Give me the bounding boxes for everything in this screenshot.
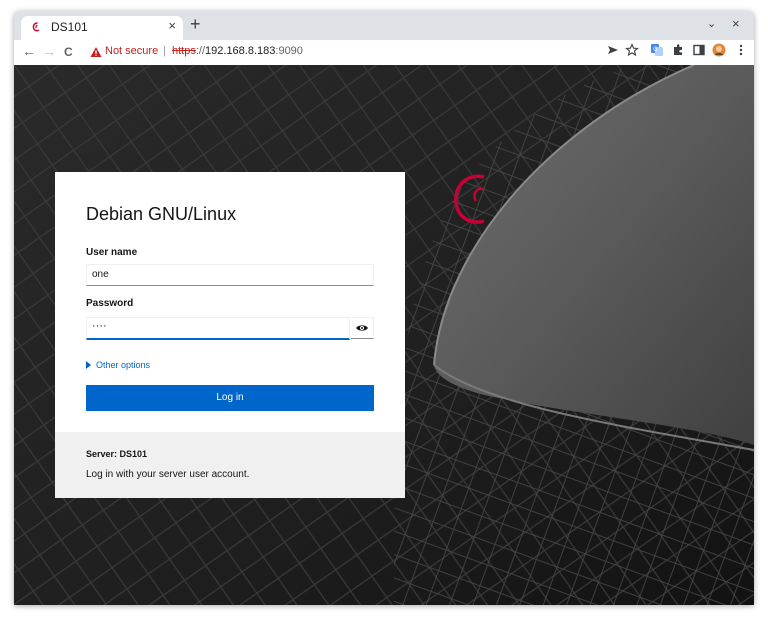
login-button[interactable]: Log in (86, 385, 374, 411)
password-input[interactable]: ···· (86, 317, 350, 340)
side-panel-icon[interactable] (692, 43, 706, 57)
extensions-puzzle-icon[interactable] (671, 43, 685, 57)
tab-search-icon[interactable]: ⌄ (707, 17, 716, 30)
password-value: ···· (92, 320, 107, 332)
address-bar[interactable]: Not secure | https://192.168.8.183:9090 (88, 41, 608, 63)
browser-window: DS101 × + ⌄ × ← → C Not secure | https:/… (14, 11, 754, 605)
tab-title: DS101 (51, 20, 88, 34)
username-input[interactable]: one (86, 264, 374, 286)
menu-kebab-icon[interactable] (734, 43, 748, 57)
eye-icon (356, 325, 368, 331)
new-tab-button[interactable]: + (190, 14, 201, 35)
window-close-icon[interactable]: × (732, 16, 740, 31)
forward-button[interactable]: → (42, 43, 56, 59)
url-scheme: https (172, 45, 196, 57)
send-icon[interactable] (606, 43, 620, 57)
url-scheme-separator: :// (195, 45, 206, 57)
login-card: Debian GNU/Linux User name one Password … (55, 172, 405, 498)
username-value: one (92, 269, 109, 280)
toolbar: ← → C Not secure | https://192.168.8.183… (14, 40, 754, 66)
page-title: Debian GNU/Linux (86, 204, 237, 224)
show-password-button[interactable] (351, 317, 374, 339)
tab-close-icon[interactable]: × (168, 18, 176, 33)
profile-avatar-icon[interactable] (712, 43, 726, 57)
url-text[interactable]: https://192.168.8.183:9090 (172, 45, 303, 57)
tab-ds101[interactable]: DS101 × (21, 16, 183, 40)
url-host: 192.168.8.183 (205, 45, 276, 57)
reload-button[interactable]: C (64, 45, 73, 59)
expand-triangle-icon (86, 361, 91, 369)
password-label: Password (86, 298, 134, 309)
separator: | (163, 45, 166, 57)
url-port: :9090 (275, 45, 303, 57)
translate-extension-icon[interactable]: G (650, 43, 664, 57)
other-options-label: Other options (96, 360, 151, 370)
login-footer: Server: DS101 Log in with your server us… (55, 432, 405, 498)
star-icon[interactable] (625, 43, 639, 57)
debian-favicon-icon (32, 22, 40, 32)
back-button[interactable]: ← (22, 43, 36, 59)
username-label: User name (86, 247, 138, 258)
not-secure-label[interactable]: Not secure (105, 45, 158, 57)
other-options-toggle[interactable]: Other options (86, 360, 150, 370)
tab-strip: DS101 × + ⌄ × (14, 11, 754, 40)
svg-text:G: G (653, 46, 658, 53)
page-content: Debian GNU/Linux User name one Password … (14, 65, 754, 605)
login-hint: Log in with your server user account. (86, 469, 250, 480)
server-name: Server: DS101 (86, 449, 148, 459)
warning-icon (90, 47, 102, 57)
